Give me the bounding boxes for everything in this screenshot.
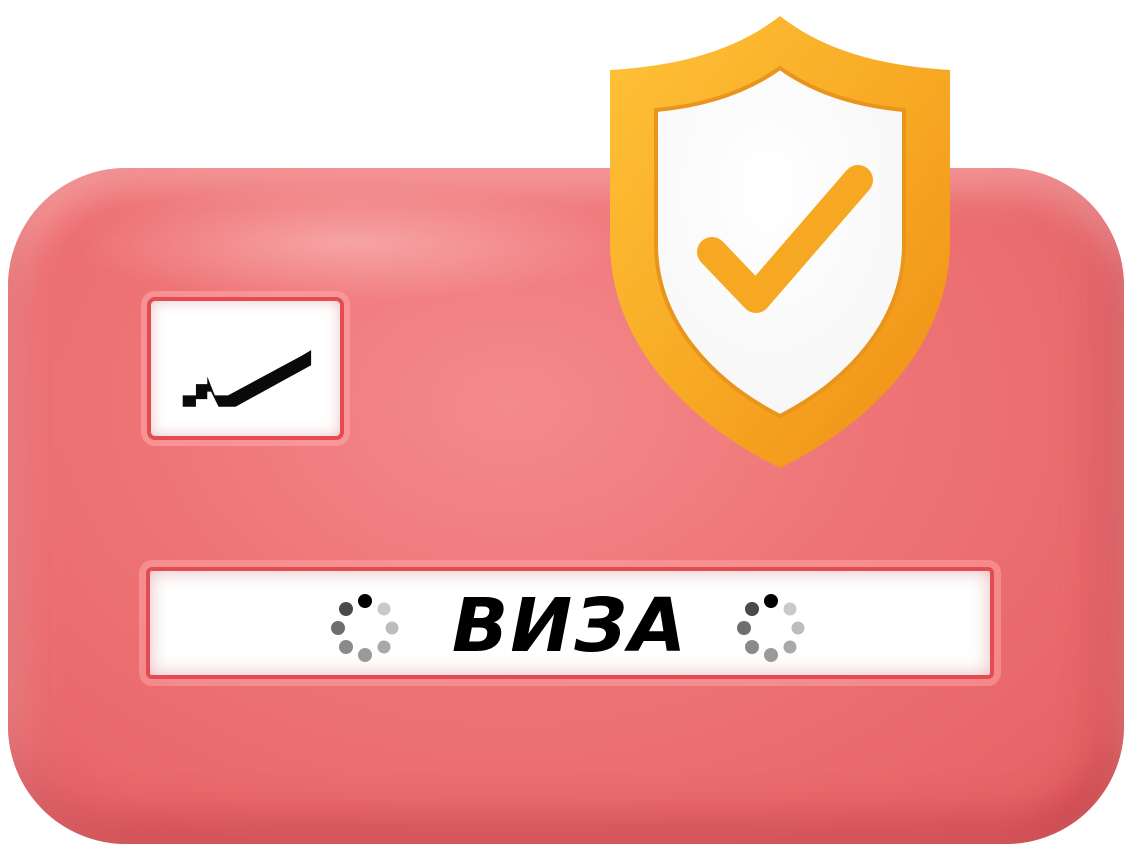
- illustration-canvas: ВИЗА: [0, 0, 1127, 847]
- card-label: ВИЗА: [451, 583, 689, 669]
- name-strip: ВИЗА: [146, 567, 994, 679]
- card-highlight: [68, 182, 628, 302]
- visa-card: [8, 168, 1124, 844]
- shield-check-icon: [610, 16, 950, 468]
- loading-spinner-icon: [737, 594, 805, 662]
- logo-tile: [147, 297, 344, 440]
- stock-chart-icon: [182, 350, 312, 407]
